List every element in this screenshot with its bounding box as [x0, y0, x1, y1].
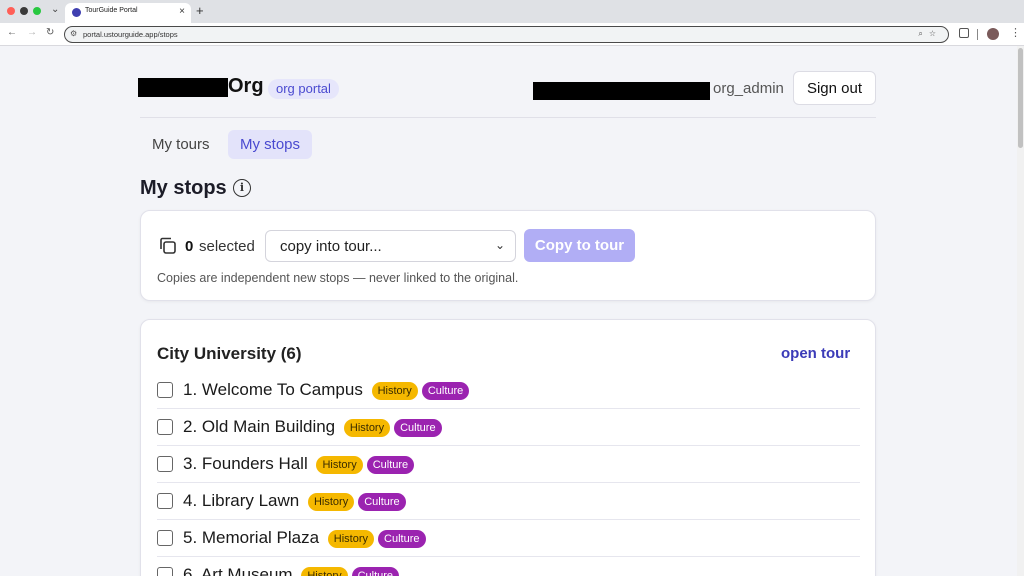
- stop-name: 2. Old Main Building: [183, 417, 336, 436]
- culture-tag: Culture: [421, 381, 470, 400]
- browser-tab[interactable]: TourGuide Portal ×: [65, 3, 191, 23]
- stop-checkbox[interactable]: [157, 567, 173, 576]
- header-divider: [140, 117, 876, 118]
- stop-row: 1. Welcome To Campus History Culture: [157, 372, 860, 409]
- stop-checkbox[interactable]: [157, 419, 173, 435]
- page-scrollbar[interactable]: [1017, 46, 1024, 576]
- selected-count: 0: [185, 238, 194, 255]
- stop-row: 2. Old Main Building History Culture: [157, 409, 860, 446]
- copy-to-tour-button[interactable]: Copy to tour: [524, 229, 635, 262]
- browser-tab-bar: ⌄ TourGuide Portal × +: [0, 0, 1024, 23]
- toolbar-divider: [977, 29, 978, 40]
- culture-tag: Culture: [366, 455, 415, 474]
- stop-checkbox[interactable]: [157, 493, 173, 509]
- site-info-icon[interactable]: ⚙: [70, 29, 77, 38]
- sign-out-button[interactable]: Sign out: [793, 71, 876, 105]
- stop-checkbox[interactable]: [157, 530, 173, 546]
- culture-tag: Culture: [378, 529, 426, 548]
- address-bar[interactable]: ⚙ portal.ustourguide.app/stops ⌕☆: [64, 26, 949, 43]
- stop-checkbox[interactable]: [157, 456, 173, 472]
- history-tag: History: [307, 492, 355, 511]
- scrollbar-thumb[interactable]: [1018, 48, 1023, 148]
- history-tag: History: [301, 566, 348, 576]
- maximize-window-button[interactable]: [33, 7, 41, 15]
- target-tour-select[interactable]: copy into tour... ⌄: [265, 230, 516, 262]
- extensions-icon[interactable]: [959, 28, 969, 38]
- stop-name: 5. Memorial Plaza: [183, 528, 320, 547]
- stop-name: 3. Founders Hall: [183, 454, 308, 473]
- site-favicon-icon: [72, 8, 81, 17]
- redacted-org-prefix: [138, 78, 228, 97]
- chevron-down-icon: ⌄: [494, 238, 505, 252]
- tab-my-tours[interactable]: My tours: [140, 130, 222, 159]
- open-tour-link[interactable]: open tour: [781, 345, 850, 362]
- history-tag: History: [343, 418, 391, 437]
- history-tag: History: [327, 529, 375, 548]
- copy-stops-panel: 0 selected copy into tour... ⌄ Copy to t…: [140, 210, 876, 301]
- org-name: Org: [228, 75, 264, 97]
- stop-checkbox[interactable]: [157, 382, 173, 398]
- org-portal-badge: org portal: [268, 79, 339, 99]
- reload-icon[interactable]: ↻: [46, 27, 54, 38]
- user-role: org_admin: [713, 80, 784, 97]
- close-window-button[interactable]: [7, 7, 15, 15]
- tour-stops-card: City University (6) open tour 1. Welcome…: [140, 319, 876, 576]
- tab-my-stops[interactable]: My stops: [228, 130, 313, 159]
- copy-icon: [160, 237, 176, 254]
- stop-row: 5. Memorial Plaza History Culture: [157, 520, 860, 557]
- new-tab-button[interactable]: +: [196, 3, 204, 18]
- bookmark-star-icon[interactable]: ⌕☆: [918, 29, 942, 39]
- culture-tag: Culture: [351, 566, 400, 576]
- tab-close-icon[interactable]: ×: [179, 6, 185, 17]
- stop-name: 6. Art Museum: [183, 565, 293, 576]
- info-icon[interactable]: i: [233, 179, 251, 197]
- browser-toolbar: ← → ↻ ⚙ portal.ustourguide.app/stops ⌕☆ …: [0, 23, 1024, 46]
- target-tour-select-value: copy into tour...: [280, 238, 382, 255]
- url-text: portal.ustourguide.app/stops: [83, 30, 178, 39]
- redacted-user-email: [533, 82, 710, 100]
- stop-row: 6. Art Museum History Culture: [157, 557, 860, 576]
- history-tag: History: [316, 455, 363, 474]
- copy-note: Copies are independent new stops — never…: [157, 271, 519, 285]
- selected-label: selected: [199, 238, 255, 255]
- culture-tag: Culture: [394, 418, 442, 437]
- back-arrow-icon[interactable]: ←: [7, 27, 17, 38]
- stop-row: 3. Founders Hall History Culture: [157, 446, 860, 483]
- tour-title: City University (6): [157, 344, 302, 363]
- browser-tab-title: TourGuide Portal: [85, 7, 138, 14]
- stop-name: 1. Welcome To Campus: [183, 380, 363, 399]
- culture-tag: Culture: [358, 492, 406, 511]
- page-title: My stops: [140, 177, 227, 199]
- stop-name: 4. Library Lawn: [183, 491, 300, 510]
- browser-menu-icon[interactable]: ⋮: [1010, 26, 1021, 39]
- stop-row: 4. Library Lawn History Culture: [157, 483, 860, 520]
- minimize-window-button[interactable]: [20, 7, 28, 15]
- history-tag: History: [371, 381, 418, 400]
- forward-arrow-icon[interactable]: →: [27, 27, 37, 38]
- profile-avatar[interactable]: [987, 28, 999, 40]
- tab-search-chevron-icon[interactable]: ⌄: [51, 4, 59, 15]
